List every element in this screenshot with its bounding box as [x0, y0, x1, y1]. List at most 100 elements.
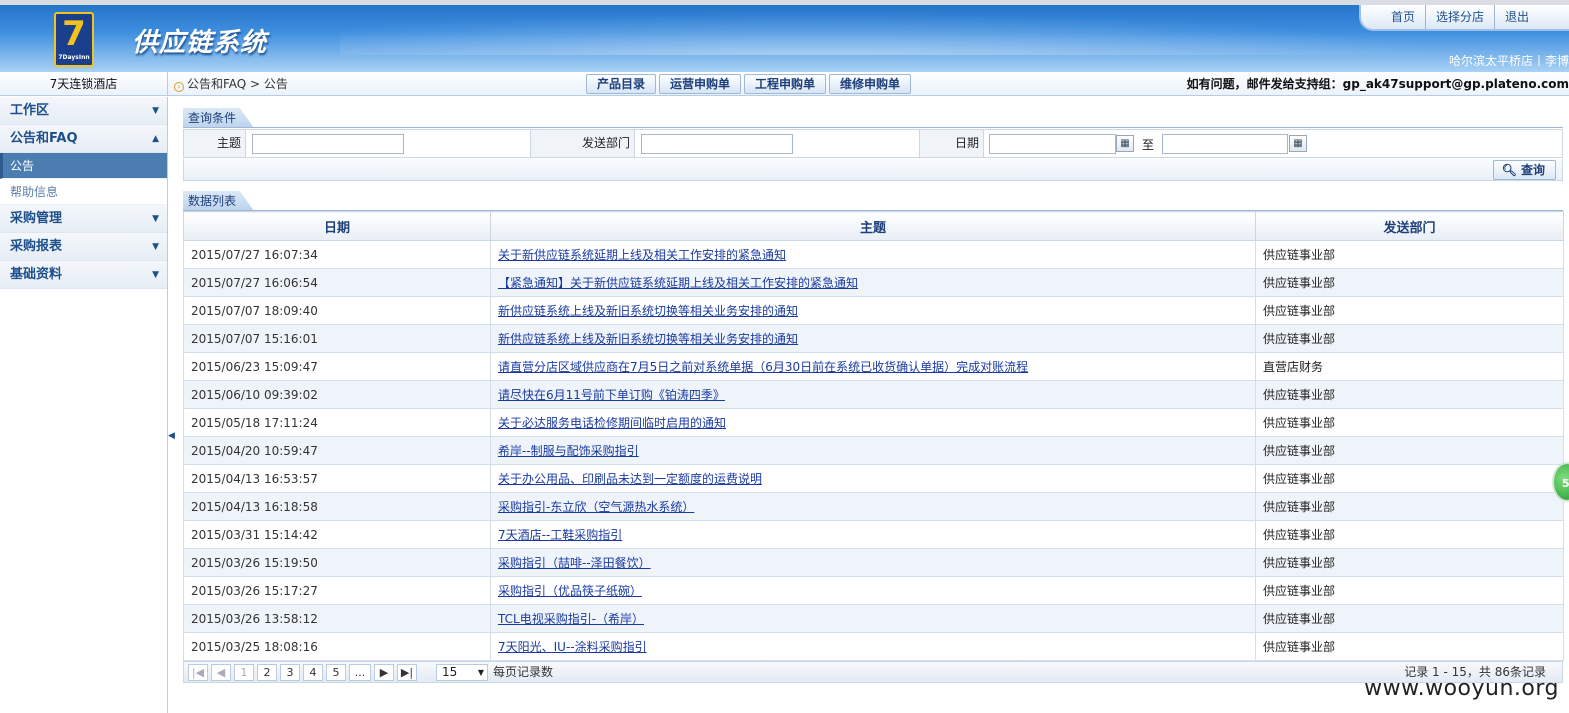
subject-cell	[246, 130, 531, 157]
table-row[interactable]: 2015/03/26 15:17:27 采购指引（优品筷子纸碗） 供应链事业部	[183, 576, 1564, 605]
subject-link[interactable]: TCL电视采购指引-（希岸）	[498, 612, 644, 626]
sidebar-group-announcements-faq[interactable]: 公告和FAQ ▲	[0, 125, 167, 153]
calendar-icon[interactable]: ▦	[1116, 135, 1134, 152]
table-row[interactable]: 2015/07/27 16:07:34 关于新供应链系统延期上线及相关工作安排的紧…	[183, 240, 1564, 269]
tab-operation-requisition[interactable]: 运营申购单	[659, 74, 742, 94]
table-row[interactable]: 2015/06/10 09:39:02 请尽快在6月11号前下单订购《铂涛四季》 供…	[183, 380, 1564, 409]
sidebar-item-announcements[interactable]: 公告	[0, 153, 167, 179]
subject-link[interactable]: 请尽快在6月11号前下单订购《铂涛四季》	[498, 388, 725, 402]
tab-engineering-requisition[interactable]: 工程申购单	[744, 74, 827, 94]
tab-product-catalog[interactable]: 产品目录	[586, 74, 657, 94]
subject-link[interactable]: 关于办公用品、印刷品未达到一定额度的运费说明	[498, 472, 762, 486]
first-page-button[interactable]: |◀	[188, 664, 208, 681]
page-button-2[interactable]: 2	[257, 664, 277, 681]
sidebar-group-master-data[interactable]: 基础资料 ▼	[0, 261, 167, 289]
sidebar-item-help[interactable]: 帮助信息	[0, 179, 167, 205]
cell-dept: 供应链事业部	[1255, 380, 1564, 409]
next-page-button[interactable]: ▶	[374, 664, 394, 681]
page-button-3[interactable]: 3	[280, 664, 300, 681]
page-button-4[interactable]: 4	[303, 664, 323, 681]
nav-logout-link[interactable]: 退出	[1495, 5, 1539, 29]
table-row[interactable]: 2015/07/27 16:06:54 【紧急通知】关于新供应链系统延期上线及相关…	[183, 268, 1564, 297]
search-button[interactable]: 🔍︎ 查询	[1492, 160, 1556, 180]
table-row[interactable]: 2015/03/26 13:58:12 TCL电视采购指引-（希岸） 供应链事业部	[183, 604, 1564, 633]
query-panel: 查询条件 主题 发送部门 日期 ▦ 至 ▦ 🔍︎ 查询	[183, 108, 1563, 181]
sidebar-splitter[interactable]: ◀	[168, 97, 175, 713]
tab-repair-requisition[interactable]: 维修申购单	[829, 74, 912, 94]
page-size-select[interactable]: 15 ▼	[436, 664, 488, 681]
subject-link[interactable]: 关于必达服务电话检修期间临时启用的通知	[498, 416, 726, 430]
header-banner: 7 7DaysInn 供应链系统 首页 选择分店 退出 哈尔滨太平桥店丨李博	[0, 0, 1569, 72]
cell-date: 2015/07/07 15:16:01	[183, 324, 491, 353]
table-row[interactable]: 2015/07/07 18:09:40 新供应链系统上线及新旧系统切换等相关业务安…	[183, 296, 1564, 325]
page-button-5[interactable]: 5	[326, 664, 346, 681]
announcement-table: 日期 主题 发送部门 2015/07/27 16:07:34 关于新供应链系统延期…	[183, 211, 1564, 661]
subject-link[interactable]: 希岸--制服与配饰采购指引	[498, 444, 639, 458]
cell-date: 2015/07/27 16:06:54	[183, 268, 491, 297]
sidebar: 工作区 ▼ 公告和FAQ ▲ 公告 帮助信息 采购管理 ▼ 采购报表 ▼ 基础资…	[0, 97, 168, 713]
subject-link[interactable]: 7天酒店--工鞋采购指引	[498, 528, 622, 542]
table-row[interactable]: 2015/04/20 10:59:47 希岸--制服与配饰采购指引 供应链事业部	[183, 436, 1564, 465]
cell-date: 2015/03/26 13:58:12	[183, 604, 491, 633]
column-header-subject[interactable]: 主题	[490, 211, 1256, 241]
subject-link[interactable]: 关于新供应链系统延期上线及相关工作安排的紧急通知	[498, 248, 786, 262]
chevron-down-icon: ▼	[152, 270, 159, 280]
breadcrumb-text: 公告和FAQ > 公告	[187, 77, 288, 91]
search-button-label: 查询	[1520, 163, 1545, 177]
page-ellipsis-button[interactable]: ...	[349, 664, 371, 681]
table-row[interactable]: 2015/03/25 18:08:16 7天阳光、IU--涂料采购指引 供应链事业部	[183, 632, 1564, 661]
nav-select-branch-link[interactable]: 选择分店	[1426, 5, 1496, 29]
subject-link[interactable]: 采购指引-东立欣（空气源热水系统）	[498, 500, 694, 514]
cell-date: 2015/06/10 09:39:02	[183, 380, 491, 409]
subject-link[interactable]: 采购指引（喆啡--泽田餐饮）	[498, 556, 651, 570]
data-list-title: 数据列表	[183, 191, 255, 211]
cell-date: 2015/03/26 15:17:27	[183, 576, 491, 605]
sidebar-group-workspace[interactable]: 工作区 ▼	[0, 97, 167, 125]
cell-subject: 新供应链系统上线及新旧系统切换等相关业务安排的通知	[490, 296, 1256, 325]
table-row[interactable]: 2015/05/18 17:11:24 关于必达服务电话检修期间临时启用的通知 供应…	[183, 408, 1564, 437]
table-row[interactable]: 2015/03/26 15:19:50 采购指引（喆啡--泽田餐饮） 供应链事业部	[183, 548, 1564, 577]
calendar-icon[interactable]: ▦	[1289, 135, 1307, 152]
date-from-input[interactable]	[989, 134, 1116, 154]
cell-dept: 直营店财务	[1255, 352, 1564, 381]
subject-link[interactable]: 7天阳光、IU--涂料采购指引	[498, 640, 647, 654]
cell-dept: 供应链事业部	[1255, 576, 1564, 605]
dept-input[interactable]	[641, 134, 793, 154]
subject-input[interactable]	[252, 134, 404, 154]
table-row[interactable]: 2015/06/23 15:09:47 请直营分店区域供应商在7月5日之前对系统单…	[183, 352, 1564, 381]
nav-home-link[interactable]: 首页	[1381, 5, 1427, 29]
cell-dept: 供应链事业部	[1255, 520, 1564, 549]
date-to-input[interactable]	[1162, 134, 1288, 154]
sidebar-group-purchasing[interactable]: 采购管理 ▼	[0, 205, 167, 233]
table-row[interactable]: 2015/07/07 15:16:01 新供应链系统上线及新旧系统切换等相关业务安…	[183, 324, 1564, 353]
subject-link[interactable]: 新供应链系统上线及新旧系统切换等相关业务安排的通知	[498, 304, 798, 318]
subject-link[interactable]: 新供应链系统上线及新旧系统切换等相关业务安排的通知	[498, 332, 798, 346]
panel-divider	[183, 127, 1563, 128]
subject-link[interactable]: 采购指引（优品筷子纸碗）	[498, 584, 642, 598]
dept-cell	[635, 130, 920, 157]
sidebar-group-reports[interactable]: 采购报表 ▼	[0, 233, 167, 261]
sidebar-group-label: 公告和FAQ	[10, 131, 78, 146]
subject-link[interactable]: 请直营分店区域供应商在7月5日之前对系统单据（6月30日前在系统已收货确认单据）…	[498, 360, 1028, 374]
table-row[interactable]: 2015/03/31 15:14:42 7天酒店--工鞋采购指引 供应链事业部	[183, 520, 1564, 549]
cell-dept: 供应链事业部	[1255, 632, 1564, 661]
collapse-left-icon[interactable]: ◀	[168, 431, 175, 441]
brand-logo[interactable]: 7 7DaysInn	[54, 12, 94, 67]
cell-date: 2015/04/13 16:53:57	[183, 464, 491, 493]
table-row[interactable]: 2015/04/13 16:53:57 关于办公用品、印刷品未达到一定额度的运费说…	[183, 464, 1564, 493]
prev-page-button[interactable]: ◀	[211, 664, 231, 681]
column-header-dept[interactable]: 发送部门	[1255, 211, 1564, 241]
search-icon: 🔍︎	[1501, 163, 1517, 177]
column-header-date[interactable]: 日期	[183, 211, 491, 241]
cell-dept: 供应链事业部	[1255, 492, 1564, 521]
cell-dept: 供应链事业部	[1255, 464, 1564, 493]
page-button-1[interactable]: 1	[234, 664, 254, 681]
last-page-button[interactable]: ▶|	[397, 664, 417, 681]
subject-link[interactable]: 【紧急通知】关于新供应链系统延期上线及相关工作安排的紧急通知	[498, 276, 858, 290]
toolbar: 7天连锁酒店 › 公告和FAQ > 公告 产品目录 运营申购单 工程申购单 维修申购单 …	[0, 72, 1569, 96]
breadcrumb-arrow-icon: ›	[174, 82, 184, 92]
table-row[interactable]: 2015/04/13 16:18:58 采购指引-东立欣（空气源热水系统） 供应链事…	[183, 492, 1564, 521]
cell-dept: 供应链事业部	[1255, 268, 1564, 297]
table-header-row: 日期 主题 发送部门	[183, 211, 1564, 241]
dept-label: 发送部门	[531, 130, 635, 157]
